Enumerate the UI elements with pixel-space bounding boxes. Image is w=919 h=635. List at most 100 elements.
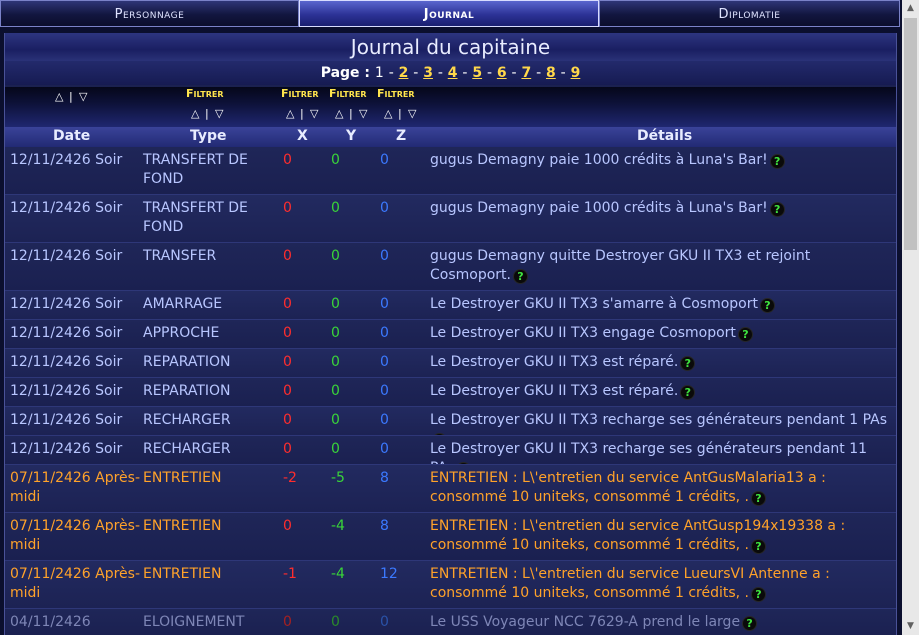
table-row: 04/11/2426 ELOIGNEMENT 0 0 0 Le USS Voyageur … <box>5 609 896 635</box>
row-y: 0 <box>331 614 340 630</box>
row-details-text: gugus Demagny paie 1000 crédits à Luna's… <box>430 200 768 216</box>
page-link-5[interactable]: 5 <box>472 65 482 81</box>
row-y: 0 <box>331 152 340 168</box>
help-icon[interactable]: ? <box>769 202 785 217</box>
x-sort-desc-icon[interactable]: ▽ <box>310 107 318 120</box>
vertical-scrollbar[interactable]: ▲ ▼ <box>902 0 919 635</box>
y-filter-link[interactable]: Filtrer <box>329 87 367 100</box>
row-y: 0 <box>331 325 340 341</box>
row-x: 0 <box>283 248 292 264</box>
table-row: 12/11/2426 Soir APPROCHE 0 0 0 Le Destroyer G… <box>5 320 896 349</box>
row-details-text: gugus Demagny paie 1000 crédits à Luna's… <box>430 152 768 168</box>
row-x: 0 <box>283 354 292 370</box>
type-sort-asc-icon[interactable]: △ <box>191 107 199 120</box>
row-y: 0 <box>331 200 340 216</box>
y-sort-desc-icon[interactable]: ▽ <box>359 107 367 120</box>
page-link-9[interactable]: 9 <box>571 65 581 81</box>
row-y: -4 <box>331 518 345 534</box>
table-row: 12/11/2426 Soir TRANSFERT DE FOND 0 0 0 gugus… <box>5 195 896 243</box>
scroll-thumb[interactable] <box>904 18 917 250</box>
page-separator: - <box>486 65 492 81</box>
date-sort-asc-icon[interactable]: △ <box>55 90 63 103</box>
row-z: 8 <box>380 518 389 534</box>
table-row: 07/11/2426 Après-midi ENTRETIEN -2 -5 8 ENTRE… <box>5 465 896 513</box>
row-type: TRANSFERT DE FOND <box>143 152 248 187</box>
row-date: 12/11/2426 Soir <box>10 248 123 264</box>
row-type: REPARATION <box>143 354 231 370</box>
row-date: 07/11/2426 Après-midi <box>10 566 141 601</box>
type-sort-divider: | <box>205 107 209 120</box>
row-y: -4 <box>331 566 345 582</box>
row-details-text: Le Destroyer GKU II TX3 s'amarre à Cosmo… <box>430 296 758 312</box>
row-details-text: Le Destroyer GKU II TX3 recharge ses gén… <box>430 412 888 428</box>
row-details: Le Destroyer GKU II TX3 est réparé.? <box>430 382 890 401</box>
page-link-4[interactable]: 4 <box>448 65 458 81</box>
row-type: REPARATION <box>143 383 231 399</box>
z-sort-divider: | <box>398 107 402 120</box>
table-row: 12/11/2426 Soir REPARATION 0 0 0 Le Destroyer… <box>5 349 896 378</box>
date-sort-desc-icon[interactable]: ▽ <box>79 90 87 103</box>
row-details-text: ENTRETIEN : L\'entretien du service Lueu… <box>430 566 830 601</box>
type-filter-link[interactable]: Filtrer <box>186 87 224 100</box>
tab-personnage[interactable]: Personnage <box>0 0 299 27</box>
z-sort-desc-icon[interactable]: ▽ <box>408 107 416 120</box>
help-icon[interactable]: ? <box>751 587 766 602</box>
tab-bar: Personnage Journal Diplomatie <box>0 0 900 29</box>
page-link-2[interactable]: 2 <box>399 65 409 81</box>
z-filter-link[interactable]: Filtrer <box>377 87 415 100</box>
row-z: 12 <box>380 566 398 582</box>
help-icon[interactable]: ? <box>742 616 758 631</box>
tab-journal[interactable]: Journal <box>299 0 599 27</box>
type-sort-desc-icon[interactable]: ▽ <box>215 107 223 120</box>
column-headers: Date Type X Y Z Détails <box>5 127 896 147</box>
page-separator: - <box>462 65 468 81</box>
row-details: gugus Demagny paie 1000 crédits à Luna's… <box>430 199 890 218</box>
row-date: 12/11/2426 Soir <box>10 383 123 399</box>
scroll-up-icon[interactable]: ▲ <box>902 0 919 17</box>
row-date: 12/11/2426 Soir <box>10 200 123 216</box>
help-icon[interactable]: ? <box>751 539 766 554</box>
date-sort-divider: | <box>69 90 73 103</box>
row-details-text: gugus Demagny quitte Destroyer GKU II TX… <box>430 248 811 283</box>
row-details-text: ENTRETIEN : L\'entretien du service AntG… <box>430 470 826 505</box>
row-type: ELOIGNEMENT <box>143 614 245 630</box>
row-date: 12/11/2426 Soir <box>10 325 123 341</box>
help-icon[interactable]: ? <box>769 154 785 169</box>
x-sort-asc-icon[interactable]: △ <box>286 107 294 120</box>
col-type: Type <box>190 128 227 144</box>
col-date: Date <box>53 128 91 144</box>
page-link-7[interactable]: 7 <box>521 65 531 81</box>
row-details-text: ENTRETIEN : L\'entretien du service AntG… <box>430 518 846 553</box>
help-icon[interactable]: ? <box>680 356 696 371</box>
page-link-6[interactable]: 6 <box>497 65 507 81</box>
row-details: ENTRETIEN : L\'entretien du service Lueu… <box>430 565 890 603</box>
table-row: 07/11/2426 Après-midi ENTRETIEN -1 -4 12 ENTR… <box>5 561 896 609</box>
row-y: 0 <box>331 248 340 264</box>
help-icon[interactable]: ? <box>680 385 696 400</box>
row-z: 0 <box>380 614 389 630</box>
help-icon[interactable]: ? <box>513 269 528 284</box>
page-label: Page : <box>320 65 371 81</box>
row-type: RECHARGER <box>143 412 231 428</box>
x-filter-link[interactable]: Filtrer <box>281 87 319 100</box>
row-details-text: Le Destroyer GKU II TX3 engage Cosmoport <box>430 325 736 341</box>
row-date: 12/11/2426 Soir <box>10 296 123 312</box>
row-type: ENTRETIEN <box>143 566 222 582</box>
row-x: -1 <box>283 566 297 582</box>
row-details: Le Destroyer GKU II TX3 engage Cosmoport… <box>430 324 890 343</box>
y-sort-divider: | <box>349 107 353 120</box>
row-details: gugus Demagny quitte Destroyer GKU II TX… <box>430 247 890 285</box>
help-icon[interactable]: ? <box>751 491 766 506</box>
page-link-3[interactable]: 3 <box>423 65 433 81</box>
col-details: Détails <box>637 128 693 144</box>
row-date: 04/11/2426 <box>10 614 91 630</box>
tab-diplomatie[interactable]: Diplomatie <box>599 0 900 27</box>
page-title: Journal du capitaine <box>350 35 551 59</box>
scroll-down-icon[interactable]: ▼ <box>902 618 919 635</box>
help-icon[interactable]: ? <box>760 298 775 313</box>
help-icon[interactable]: ? <box>737 327 753 342</box>
row-y: 0 <box>331 296 340 312</box>
z-sort-asc-icon[interactable]: △ <box>384 107 392 120</box>
page-link-8[interactable]: 8 <box>546 65 556 81</box>
y-sort-asc-icon[interactable]: △ <box>335 107 343 120</box>
